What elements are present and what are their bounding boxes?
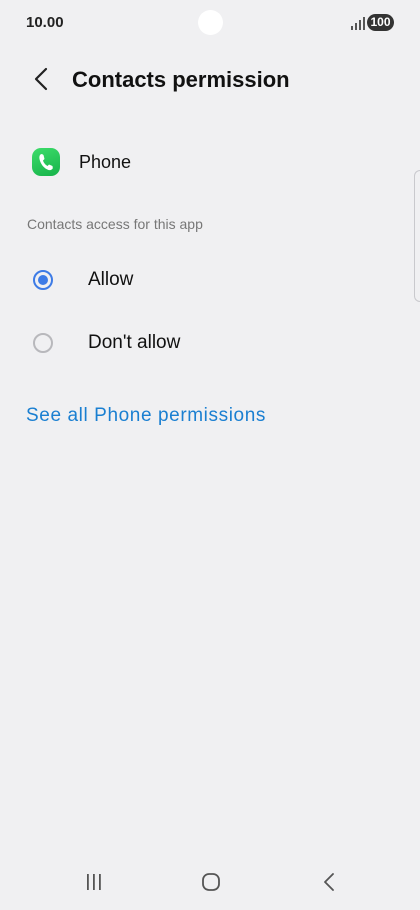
signal-bars-icon (351, 17, 365, 30)
phone-app-icon (32, 148, 60, 176)
status-bar: 10.00 100 (0, 0, 420, 46)
allow-option[interactable]: Allow (0, 255, 420, 305)
scrollbar[interactable] (414, 170, 420, 302)
dont-allow-option[interactable]: Don't allow (0, 318, 420, 368)
page-title: Contacts permission (72, 67, 290, 92)
see-all-permissions-link[interactable]: See all Phone permissions (26, 405, 266, 427)
status-time: 10.00 (26, 14, 64, 31)
allow-label: Allow (88, 269, 134, 290)
dont-allow-label: Don't allow (88, 332, 181, 353)
navigation-bar (0, 854, 420, 910)
dont-allow-radio[interactable] (33, 333, 53, 353)
app-name: Phone (79, 151, 132, 172)
recents-icon (87, 874, 101, 890)
app-info-row: Phone (32, 145, 131, 179)
chevron-left-icon (34, 67, 48, 91)
nav-back-button[interactable] (314, 870, 344, 894)
radio-selected-dot (38, 275, 48, 285)
back-button[interactable] (24, 62, 58, 96)
battery-indicator: 100 (367, 14, 394, 31)
back-icon (324, 873, 334, 891)
home-icon (202, 873, 220, 891)
home-button[interactable] (196, 870, 226, 894)
allow-radio[interactable] (33, 270, 53, 290)
app-header: Contacts permission (0, 56, 420, 104)
section-label: Contacts access for this app (27, 216, 203, 232)
camera-cutout (198, 10, 223, 35)
recents-button[interactable] (79, 870, 109, 894)
